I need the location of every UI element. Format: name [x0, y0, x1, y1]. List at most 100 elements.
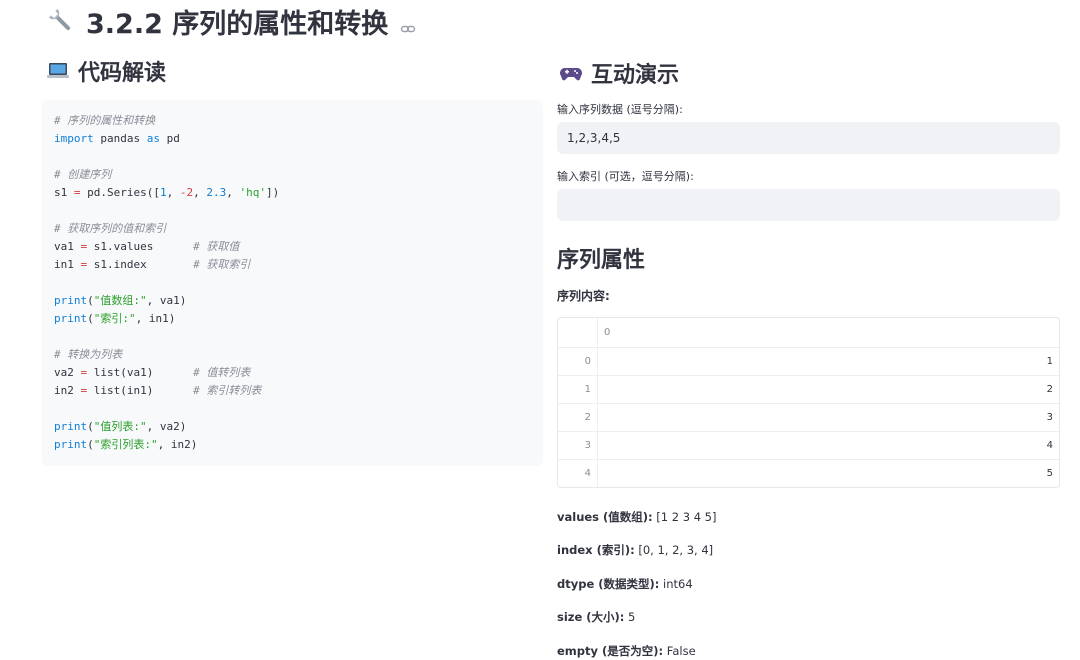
code-token: "索引列表:"	[93, 438, 158, 451]
property-value: 5	[624, 610, 636, 624]
code-token: import	[54, 132, 94, 145]
index-data-input[interactable]	[557, 189, 1060, 221]
code-token: pandas	[93, 132, 147, 145]
code-token: (	[87, 312, 94, 325]
game-controller-icon	[559, 61, 583, 85]
code-token: ,	[193, 186, 207, 199]
property-values: values (值数组): [1 2 3 4 5]	[557, 509, 717, 525]
code-token: # 获取值	[193, 240, 240, 253]
code-line: in2 = list(in1) # 索引转列表	[54, 382, 531, 400]
code-line: s1 = pd.Series([1, -2, 2.3, 'hq'])	[54, 184, 531, 202]
code-line: in1 = s1.index # 获取索引	[54, 256, 531, 274]
property-empty: empty (是否为空): False	[557, 643, 696, 659]
code-token: pd.Series([	[80, 186, 160, 199]
index-input-label: 输入索引 (可选，逗号分隔):	[557, 170, 694, 183]
page-title: 3.2.2 序列的属性和转换	[46, 2, 416, 40]
code-section-heading: 代码解读	[46, 54, 166, 88]
code-token: ,	[166, 186, 180, 199]
code-token: print	[54, 312, 88, 325]
table-row: 4 5	[558, 459, 1059, 487]
code-token: "值数组:"	[93, 294, 147, 307]
code-token: "值列表:"	[93, 420, 147, 433]
code-token: in2	[54, 384, 81, 397]
link-icon[interactable]	[400, 13, 416, 33]
table-row-index: 2	[558, 404, 598, 431]
code-token: # 值转列表	[193, 366, 251, 379]
code-token: list(in1)	[87, 384, 194, 397]
code-token: , in1)	[135, 312, 176, 325]
property-size: size (大小): 5	[557, 609, 635, 625]
code-token: in1	[54, 258, 81, 271]
code-section-title: 代码解读	[78, 61, 167, 86]
demo-section-heading: 互动演示	[559, 56, 679, 90]
code-token: as	[146, 132, 160, 145]
code-token: (	[87, 438, 94, 451]
table-header-row: 0	[558, 318, 1059, 346]
wrench-icon	[46, 6, 76, 36]
table-row: 3 4	[558, 431, 1059, 459]
property-value: [0, 1, 2, 3, 4]	[634, 543, 714, 557]
table-row-index: 1	[558, 376, 598, 403]
code-line: # 转换为列表	[54, 346, 531, 364]
code-block: # 序列的属性和转换 import pandas as pd # 创建序列 s1 = …	[42, 100, 543, 466]
property-key: index (索引):	[557, 543, 635, 557]
code-token: s1.values	[87, 240, 194, 253]
code-line: # 获取序列的值和索引	[54, 220, 531, 238]
table-row: 0 1	[558, 347, 1059, 375]
table-cell[interactable]: 1	[598, 348, 1059, 375]
table-cell[interactable]: 3	[598, 404, 1059, 431]
code-token: , in2)	[157, 438, 198, 451]
code-token: print	[54, 420, 88, 433]
property-key: empty (是否为空):	[557, 644, 664, 658]
code-token: 2.3	[206, 186, 227, 199]
code-line: print("索引列表:", in2)	[54, 436, 531, 454]
series-data-input[interactable]	[557, 122, 1060, 154]
property-key: dtype (数据类型):	[557, 577, 660, 591]
code-token: 1	[159, 186, 167, 199]
laptop-icon	[46, 59, 70, 83]
code-token: # 序列的属性和转换	[54, 114, 156, 127]
code-token: pd	[159, 132, 180, 145]
page-title-text: 3.2.2 序列的属性和转换	[86, 8, 389, 40]
code-line: # 序列的属性和转换	[54, 112, 531, 130]
code-token: ,	[226, 186, 240, 199]
code-token: 'hq'	[239, 186, 266, 199]
code-token: s1.index	[87, 258, 194, 271]
table-cell[interactable]: 5	[598, 460, 1059, 487]
code-token: "索引:"	[93, 312, 136, 325]
code-token: =	[73, 186, 81, 199]
property-value: False	[663, 644, 696, 658]
code-line: va2 = list(va1) # 值转列表	[54, 364, 531, 382]
code-token: va1	[54, 240, 81, 253]
code-token: (	[87, 420, 94, 433]
table-cell[interactable]: 4	[598, 432, 1059, 459]
code-token: , va2)	[146, 420, 187, 433]
code-token: list(va1)	[87, 366, 194, 379]
property-dtype: dtype (数据类型): int64	[557, 576, 693, 592]
code-token: s1	[54, 186, 74, 199]
table-cell[interactable]: 2	[598, 376, 1059, 403]
property-value: [1 2 3 4 5]	[652, 510, 717, 524]
table-column-header[interactable]: 0	[598, 318, 1059, 346]
code-token: print	[54, 294, 88, 307]
code-line: print("索引:", in1)	[54, 310, 531, 328]
code-line: print("值数组:", va1)	[54, 292, 531, 310]
code-token: , va1)	[146, 294, 187, 307]
code-token: # 索引转列表	[193, 384, 262, 397]
table-row-index: 3	[558, 432, 598, 459]
table-row-index: 4	[558, 460, 598, 487]
code-token: -2	[179, 186, 194, 199]
table-row-index: 0	[558, 348, 598, 375]
code-line: # 创建序列	[54, 166, 531, 184]
property-index: index (索引): [0, 1, 2, 3, 4]	[557, 542, 713, 558]
code-line: import pandas as pd	[54, 130, 531, 148]
code-token: # 获取索引	[193, 258, 251, 271]
code-line: print("值列表:", va2)	[54, 418, 531, 436]
property-key: size (大小):	[557, 610, 625, 624]
series-table[interactable]: 0 0 1 1 2 2 3 3 4 4 5	[557, 317, 1060, 488]
table-row: 2 3	[558, 403, 1059, 431]
